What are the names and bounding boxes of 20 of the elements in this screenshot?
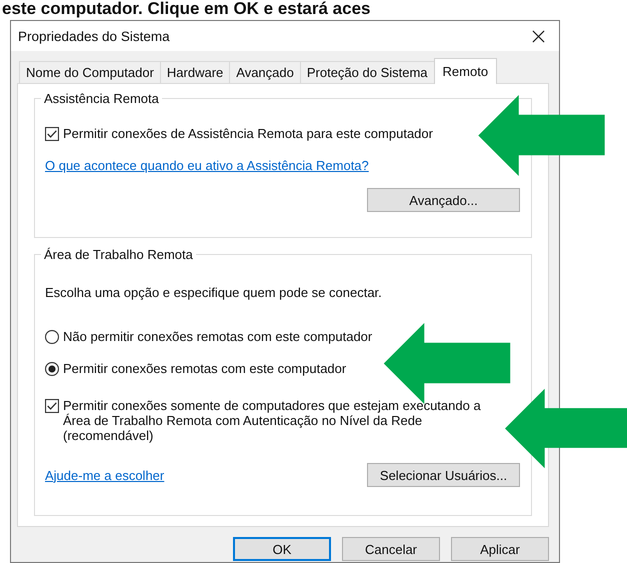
- select-users-button[interactable]: Selecionar Usuários...: [367, 463, 520, 487]
- tab[interactable]: Remoto: [434, 58, 498, 84]
- tab[interactable]: Proteção do Sistema: [300, 61, 435, 83]
- tab[interactable]: Nome do Computador: [19, 61, 161, 83]
- instruction-text: Escolha uma opção e especifique quem pode se conectar.: [45, 285, 383, 300]
- checkbox-label[interactable]: Permitir conexões somente de computadores que estejam executando a Área de Trabalho Remota com Autenticação no Nível da Rede (recomendável): [63, 398, 503, 443]
- window-title: Propriedades do Sistema: [18, 28, 170, 44]
- dialog-button[interactable]: Cancelar: [342, 537, 440, 561]
- advanced-button[interactable]: Avançado...: [367, 188, 520, 212]
- dialog-button[interactable]: Aplicar: [451, 537, 549, 561]
- radio-label[interactable]: Permitir conexões remotas com este computador: [63, 361, 346, 376]
- help-link[interactable]: Ajude-me a escolher: [45, 468, 164, 482]
- group-title: Área de Trabalho Remota: [41, 247, 196, 262]
- group-title: Assistência Remota: [41, 91, 162, 106]
- caption-text: este computador. Clique em OK e estará aces: [1, 0, 372, 18]
- dialog-button[interactable]: OK: [233, 537, 331, 561]
- help-link[interactable]: O que acontece quando eu ativo a Assistência Remota?: [45, 158, 369, 173]
- radio-label[interactable]: Não permitir conexões remotas com este computador: [63, 329, 372, 344]
- tab[interactable]: Avançado: [229, 61, 301, 83]
- checkbox-label[interactable]: Permitir conexões de Assistência Remota para este computador: [63, 126, 433, 141]
